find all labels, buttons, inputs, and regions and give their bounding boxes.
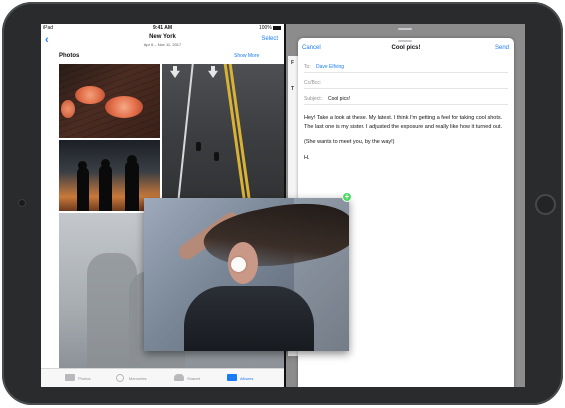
road-marking bbox=[176, 64, 194, 211]
mail-title: Cool pics! bbox=[391, 45, 421, 51]
pedestrian bbox=[214, 152, 219, 161]
ipad-device-frame: iPad 9:41 AM 100% ‹ New York Apr 6 – Nov… bbox=[2, 2, 563, 405]
touch-indicator bbox=[231, 257, 246, 272]
grapefruit-slice bbox=[105, 96, 143, 118]
carrier-label: iPad bbox=[43, 25, 54, 31]
send-button[interactable]: Send bbox=[495, 45, 509, 51]
photos-section-title: Photos bbox=[59, 53, 80, 59]
photos-tab-bar: Photos Memories Shared Albums bbox=[41, 368, 284, 387]
sheet-grabber[interactable] bbox=[398, 40, 412, 42]
memories-icon bbox=[116, 374, 124, 382]
silhouette-head bbox=[78, 161, 87, 170]
road-marking bbox=[223, 64, 248, 211]
show-more-link[interactable]: Show More bbox=[234, 53, 259, 59]
cloud-icon bbox=[174, 374, 184, 381]
photos-icon bbox=[65, 374, 75, 381]
album-title: New York bbox=[149, 34, 176, 40]
silhouette-head bbox=[101, 159, 110, 168]
add-badge-icon: + bbox=[342, 192, 352, 202]
mail-body-editor[interactable]: Hey! Take a look at these. My latest. I … bbox=[304, 114, 510, 169]
mail-nav-bar: Cancel Cool pics! Send bbox=[298, 43, 514, 57]
status-bar: iPad 9:41 AM 100% bbox=[41, 24, 284, 32]
to-label: To: bbox=[304, 64, 311, 70]
pedestrian bbox=[196, 142, 201, 151]
select-button[interactable]: Select bbox=[261, 36, 278, 42]
photo-thumbnail-street[interactable] bbox=[162, 64, 284, 211]
to-recipient[interactable]: Dave Elfving bbox=[316, 64, 344, 70]
front-camera bbox=[19, 200, 25, 206]
home-button[interactable] bbox=[535, 194, 556, 215]
road-arrow bbox=[170, 66, 180, 78]
albums-icon bbox=[227, 374, 237, 381]
subject-value[interactable]: Cool pics! bbox=[328, 96, 350, 102]
silhouette-head bbox=[127, 155, 137, 165]
behind-letter: T bbox=[291, 86, 295, 92]
photos-nav-bar: ‹ New York Apr 6 – Nov 11, 2017 Select bbox=[41, 33, 284, 51]
battery-percent: 100% bbox=[259, 25, 272, 31]
road-arrow bbox=[208, 66, 218, 78]
silhouette-person bbox=[77, 167, 89, 211]
silhouette-person bbox=[99, 165, 112, 211]
subject-label: Subject: bbox=[304, 96, 323, 102]
ipad-screen: iPad 9:41 AM 100% ‹ New York Apr 6 – Nov… bbox=[41, 24, 525, 387]
behind-letter: F bbox=[291, 60, 295, 66]
photo-subject-jacket bbox=[184, 286, 314, 351]
cc-bcc-label: Cc/Bcc: bbox=[304, 80, 322, 86]
subject-field[interactable]: Subject: Cool pics! bbox=[304, 93, 508, 105]
tab-label: Memories bbox=[129, 376, 147, 381]
slide-over-grabber[interactable] bbox=[398, 28, 412, 30]
grapefruit-slice bbox=[61, 100, 75, 118]
tab-label: Shared bbox=[187, 376, 200, 381]
photo-thumbnail-grapefruit[interactable] bbox=[59, 64, 160, 138]
dragged-photo[interactable] bbox=[144, 198, 349, 351]
body-paragraph: (She wants to meet you, by the way!) bbox=[304, 139, 395, 145]
grapefruit-slice bbox=[75, 86, 105, 104]
cc-bcc-field[interactable]: Cc/Bcc: bbox=[304, 77, 508, 89]
album-date-range: Apr 6 – Nov 11, 2017 bbox=[143, 42, 182, 47]
tab-label: Albums bbox=[240, 376, 254, 381]
tab-label: Photos bbox=[78, 376, 91, 381]
silhouette-person bbox=[125, 161, 139, 211]
battery-icon bbox=[273, 26, 281, 30]
status-time: 9:41 AM bbox=[153, 25, 172, 31]
to-field[interactable]: To: Dave Elfving bbox=[304, 61, 508, 73]
body-paragraph: Hey! Take a look at these. My latest. I … bbox=[304, 115, 503, 130]
body-signature: H. bbox=[304, 154, 310, 161]
